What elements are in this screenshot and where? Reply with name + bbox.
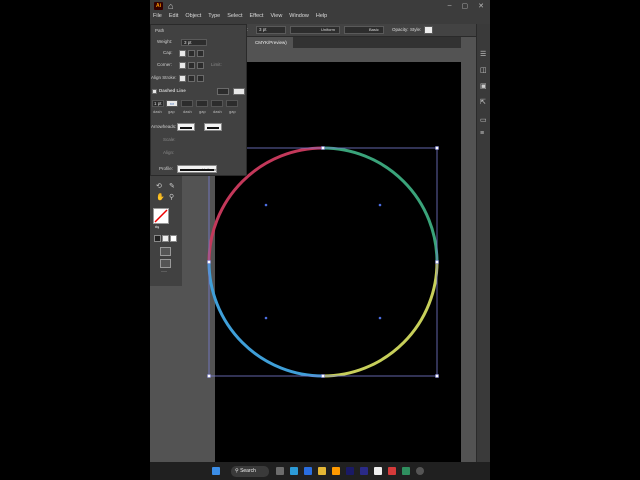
gap-label-3: gap xyxy=(229,109,236,114)
spreadsheet-icon[interactable] xyxy=(402,467,410,475)
color-mode-button[interactable] xyxy=(154,235,161,242)
arrowheads-label: Arrowheads: xyxy=(151,124,177,129)
right-panel-dock: ☰ ◫ ▣ ⇱ ▭ ≡ xyxy=(476,24,490,462)
handle-top-right xyxy=(435,146,439,150)
comments-icon[interactable]: ▭ xyxy=(480,116,487,124)
zoom-tool-icon[interactable]: ⚲ xyxy=(169,193,174,201)
dash-field-3[interactable] xyxy=(211,100,223,107)
explorer-icon[interactable] xyxy=(318,467,326,475)
drawing-mode-icon[interactable] xyxy=(160,247,171,256)
gap-field-1[interactable]: ▭ xyxy=(166,100,178,107)
weight-label: Weight: xyxy=(157,39,173,44)
settings-icon[interactable]: ≡ xyxy=(480,130,484,137)
dashed-line-checkbox[interactable] xyxy=(152,89,157,94)
chrome-icon[interactable] xyxy=(416,467,424,475)
handle-top xyxy=(321,146,325,150)
more-tools-icon[interactable]: ··· xyxy=(161,269,167,275)
scale-label: Scale: xyxy=(163,137,176,142)
rotate-tool-icon[interactable]: ⟲ xyxy=(156,182,162,190)
fill-swatch-tool[interactable] xyxy=(153,208,169,224)
handle-left xyxy=(207,260,211,264)
premiere-icon[interactable] xyxy=(346,467,354,475)
layers-icon[interactable]: ◫ xyxy=(480,66,487,74)
preserve-dash-button[interactable] xyxy=(217,88,229,95)
search-label: Search xyxy=(240,468,256,474)
gap-label-2: gap xyxy=(199,109,206,114)
limit-label: Limit: xyxy=(211,62,222,67)
search-icon: ⚲ xyxy=(235,468,239,474)
tool-strip: ⟲ ✎ ✋ ⚲ ⇆ ··· xyxy=(150,176,182,286)
round-join-button[interactable] xyxy=(188,62,195,69)
live-corner-widgets xyxy=(264,203,382,320)
after-effects-icon[interactable] xyxy=(360,467,368,475)
app-icon[interactable] xyxy=(374,467,382,475)
dashed-line-label: Dashed Line xyxy=(159,88,186,93)
libraries-icon[interactable]: ▣ xyxy=(480,82,487,90)
weight-value: 3 pt xyxy=(184,39,192,45)
align-inside-button[interactable] xyxy=(188,75,195,82)
illustrator-taskbar-icon[interactable] xyxy=(332,467,340,475)
weight-field[interactable]: 3 pt xyxy=(181,39,207,46)
profile-select-value: Uniform xyxy=(202,167,217,172)
gap-field-2[interactable] xyxy=(196,100,208,107)
align-arrow-label: Align: xyxy=(163,150,175,155)
profile-label: Profile: xyxy=(159,166,174,171)
arrowhead-start-select[interactable] xyxy=(177,123,195,131)
projecting-cap-button[interactable] xyxy=(197,50,204,57)
windows-taskbar: ⚲ Search xyxy=(150,462,490,480)
none-mode-button[interactable] xyxy=(170,235,177,242)
handle-bottom-left xyxy=(207,374,211,378)
handle-bottom-right xyxy=(435,374,439,378)
none-fill-icon xyxy=(154,209,168,223)
dash-field-1[interactable]: 1 pt xyxy=(152,100,164,107)
gap-label-1: gap xyxy=(168,109,175,114)
align-stroke-label: Align Stroke: xyxy=(151,75,177,80)
miter-join-button[interactable] xyxy=(179,62,186,69)
gap-field-3[interactable] xyxy=(226,100,238,107)
stroke-panel: Path Weight: 3 pt Cap: Corner: Limit: Al… xyxy=(150,24,247,176)
corner-widget-tl xyxy=(264,203,268,207)
edge-icon[interactable] xyxy=(290,467,298,475)
handle-right xyxy=(435,260,439,264)
properties-icon[interactable]: ☰ xyxy=(480,50,486,58)
dash-label-3: dash xyxy=(213,109,222,114)
corner-widget-br xyxy=(378,316,382,320)
export-icon[interactable]: ⇱ xyxy=(480,98,486,106)
task-view-icon[interactable] xyxy=(276,467,284,475)
corner-widget-tr xyxy=(378,203,382,207)
taskbar-search[interactable]: ⚲ Search xyxy=(231,466,269,477)
handle-bottom xyxy=(321,374,325,378)
corner-label: Corner: xyxy=(157,62,173,67)
butt-cap-button[interactable] xyxy=(179,50,186,57)
bevel-join-button[interactable] xyxy=(197,62,204,69)
store-icon[interactable] xyxy=(304,467,312,475)
profile-select[interactable]: Uniform xyxy=(177,165,217,173)
circle-path[interactable] xyxy=(207,146,439,378)
hand-tool-icon[interactable]: ✋ xyxy=(156,193,165,201)
corner-widget-bl xyxy=(264,316,268,320)
swap-fill-stroke-icon[interactable]: ⇆ xyxy=(155,225,159,231)
dash-label-2: dash xyxy=(183,109,192,114)
align-dash-corners-button[interactable] xyxy=(233,88,245,95)
arrowhead-end-select[interactable] xyxy=(204,123,222,131)
dash-1-value: 1 pt xyxy=(154,100,162,106)
align-outside-button[interactable] xyxy=(197,75,204,82)
acrobat-icon[interactable] xyxy=(388,467,396,475)
round-cap-button[interactable] xyxy=(188,50,195,57)
gradient-mode-button[interactable] xyxy=(162,235,169,242)
eyedropper-tool-icon[interactable]: ✎ xyxy=(169,182,175,190)
illustrator-window: Ai ⌂ File Edit Object Type Select Effect… xyxy=(150,0,490,480)
dash-label-1: dash xyxy=(153,109,162,114)
screen-mode-icon[interactable] xyxy=(160,259,171,268)
dash-field-2[interactable] xyxy=(181,100,193,107)
cap-label: Cap: xyxy=(163,50,173,55)
windows-start-icon[interactable] xyxy=(212,467,220,475)
align-center-button[interactable] xyxy=(179,75,186,82)
selection-type-label-panel: Path xyxy=(155,28,165,33)
